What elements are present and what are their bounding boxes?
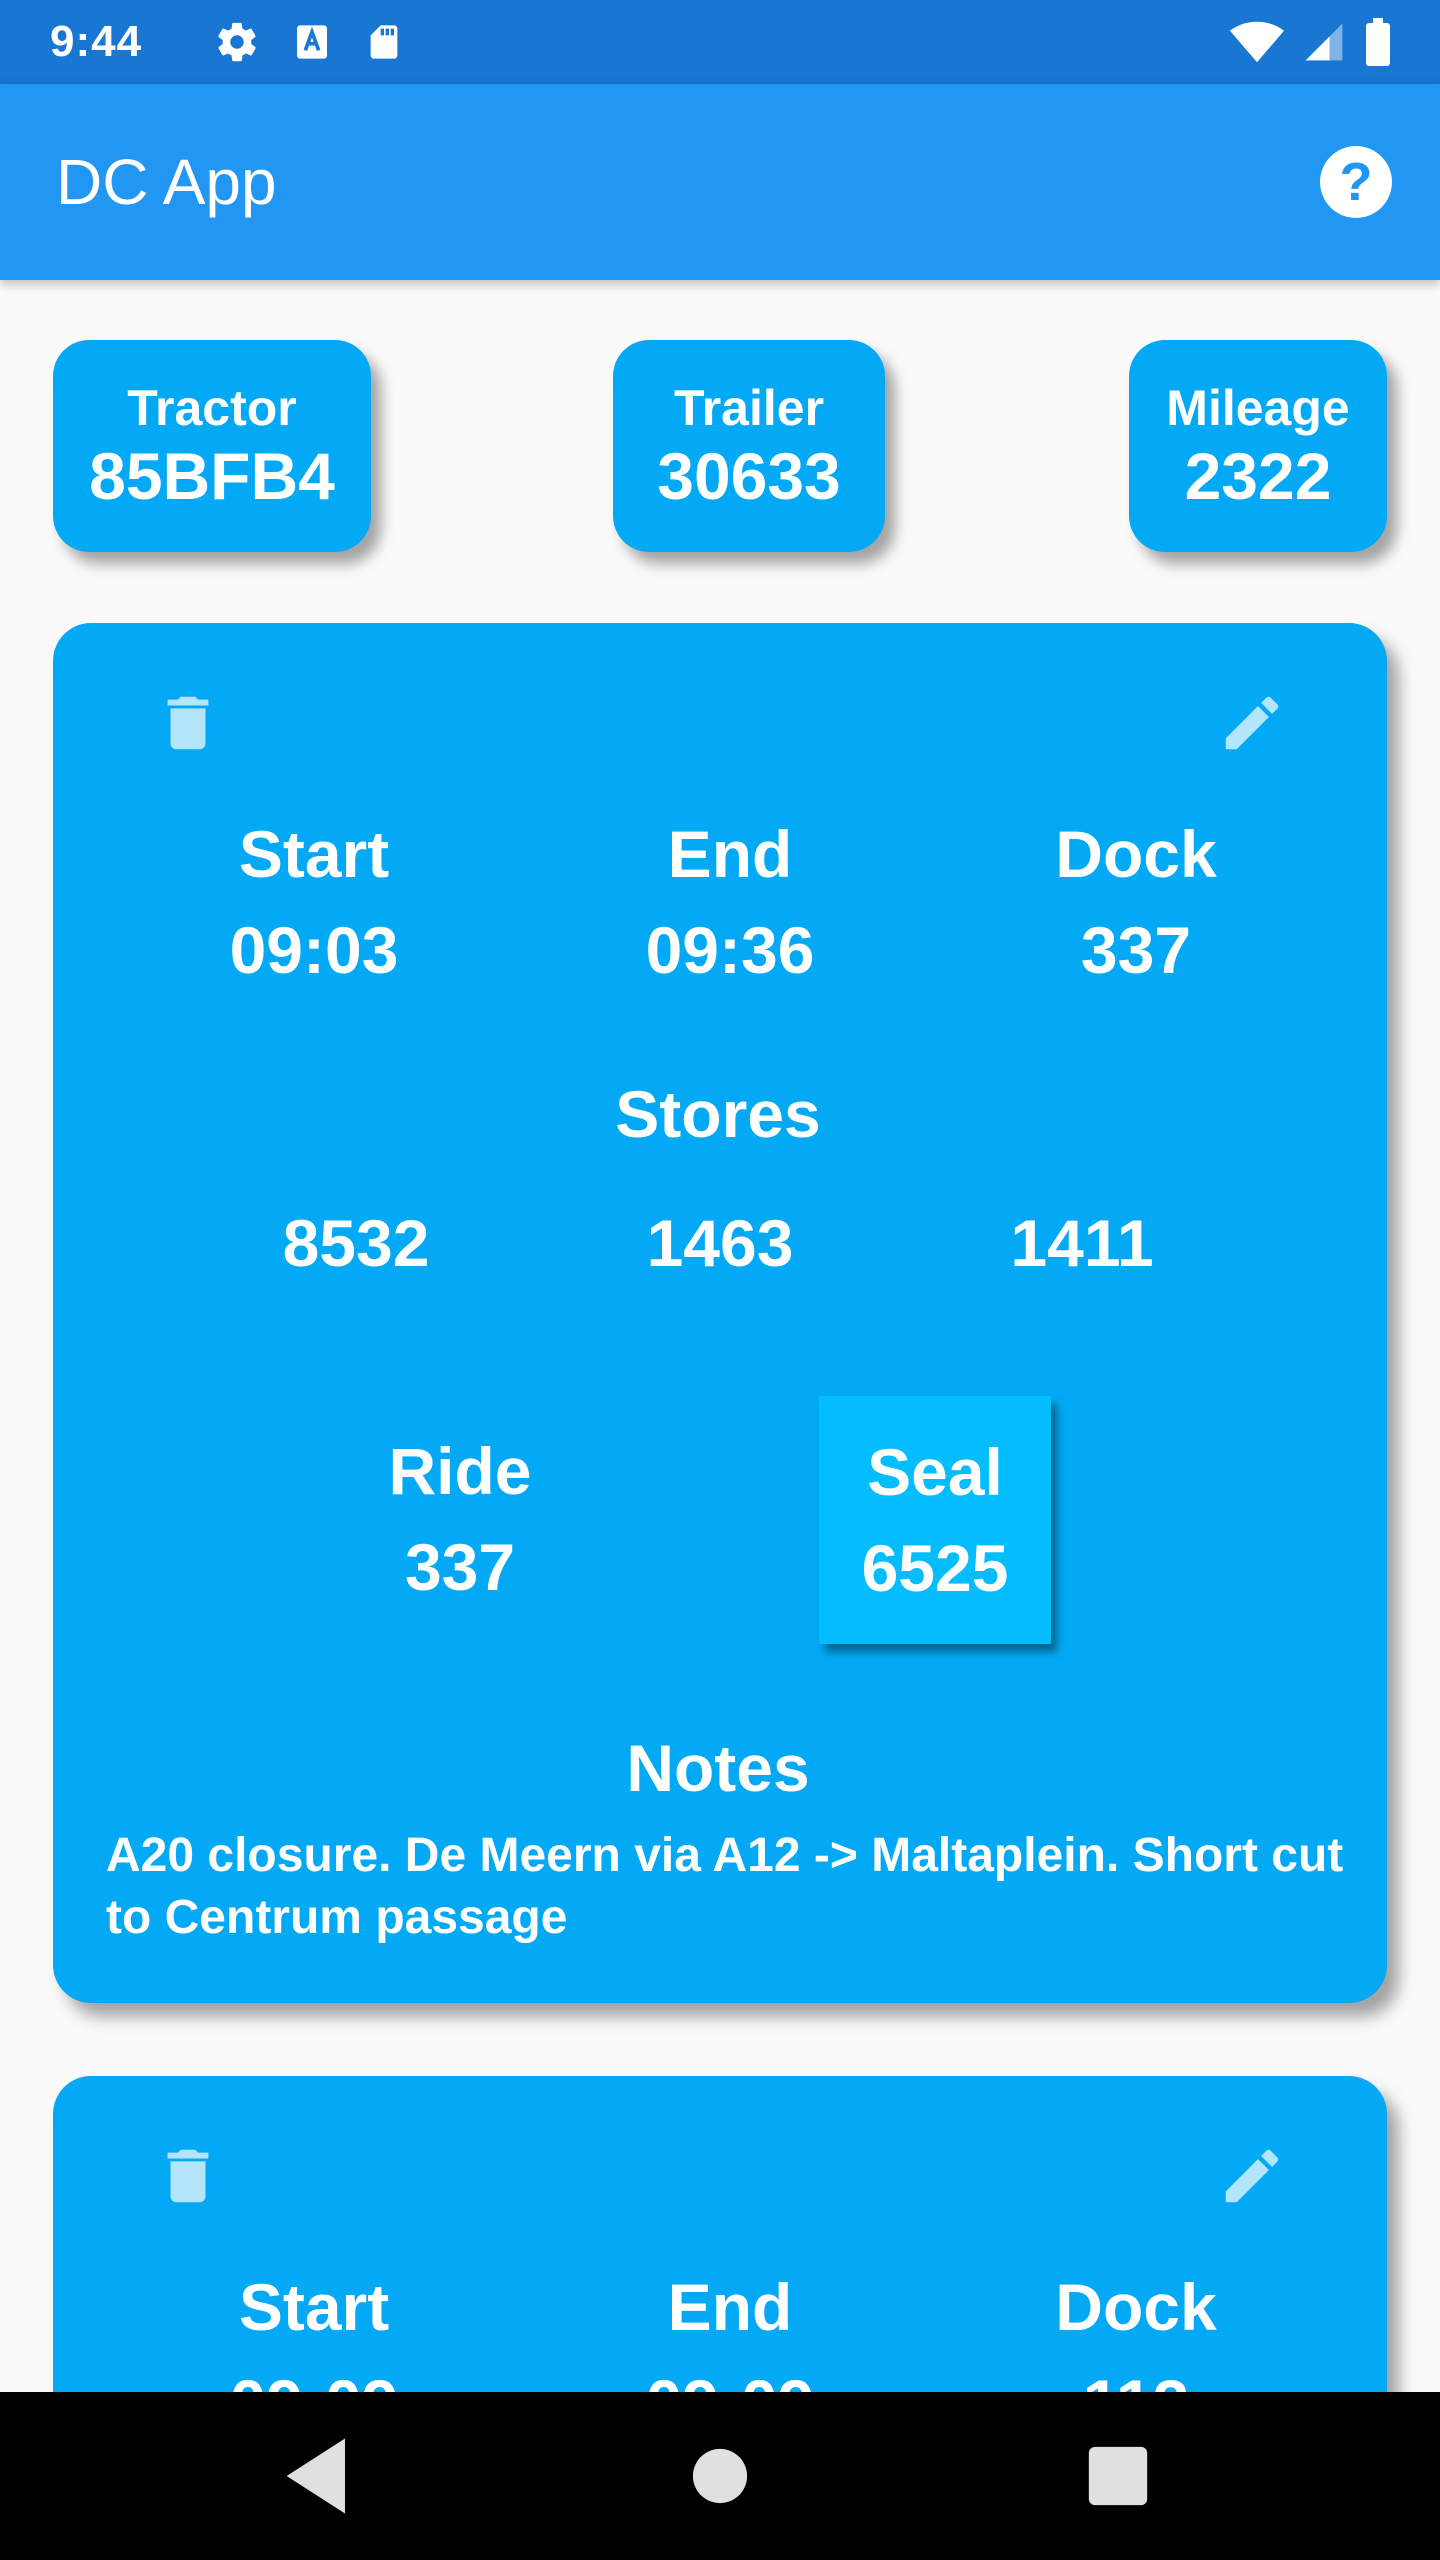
status-time: 9:44	[50, 17, 143, 66]
battery-icon	[1366, 18, 1390, 66]
text-a-icon	[297, 25, 328, 59]
edit-icon[interactable]	[1217, 688, 1287, 758]
store-value: 1463	[646, 1206, 794, 1280]
trailer-tile[interactable]: Trailer 30633	[613, 340, 885, 552]
ride-label: Ride	[388, 1434, 532, 1508]
dock-value: 337	[1080, 913, 1192, 987]
stores-label: Stores	[615, 1077, 821, 1151]
end-field: End 09:36	[646, 806, 815, 998]
start-field: Start 09:03	[230, 806, 399, 998]
delete-icon[interactable]	[153, 2141, 223, 2211]
settings-icon	[218, 22, 256, 62]
start-label: Start	[238, 2270, 390, 2344]
end-label: End	[667, 2270, 793, 2344]
cellular-signal-icon	[1305, 23, 1343, 61]
edit-icon[interactable]	[1217, 2141, 1287, 2211]
home-icon[interactable]	[670, 2426, 770, 2526]
ride-field: Ride 337	[388, 1423, 531, 1615]
back-icon[interactable]	[270, 2426, 370, 2526]
status-right	[1230, 0, 1392, 84]
seal-label: Seal	[867, 1435, 1003, 1509]
seal-value: 6525	[861, 1531, 1009, 1605]
mileage-tile[interactable]: Mileage 2322	[1129, 340, 1387, 552]
end-value: 09:36	[645, 913, 815, 987]
status-left: 9:44	[50, 17, 404, 67]
tractor-label: Tractor	[127, 380, 297, 436]
app-bar: DC App ?	[0, 84, 1440, 280]
mileage-value: 2322	[1184, 439, 1332, 513]
tractor-value: 85BFB4	[89, 439, 335, 513]
delete-icon[interactable]	[153, 688, 223, 758]
dock-label: Dock	[1055, 817, 1217, 891]
wifi-icon	[1230, 21, 1284, 63]
navigation-bar	[0, 2392, 1440, 2560]
sd-card-icon	[370, 25, 398, 59]
help-circle-icon: ?	[1339, 152, 1373, 212]
dock-field: Dock 337	[1055, 806, 1216, 998]
status-bar: 9:44	[0, 0, 1440, 84]
mileage-label: Mileage	[1166, 380, 1350, 436]
trailer-value: 30633	[657, 439, 841, 513]
dock-label: Dock	[1055, 2270, 1217, 2344]
app-title: DC App	[56, 146, 277, 218]
trip-card: Start 09:03 End 09:36 Dock 337 Stores 85…	[53, 623, 1387, 2003]
seal-field[interactable]: Seal 6525	[819, 1396, 1051, 1644]
tractor-tile[interactable]: Tractor 85BFB4	[53, 340, 371, 552]
end-label: End	[667, 817, 793, 891]
notes-label: Notes	[626, 1731, 810, 1805]
store-value: 8532	[282, 1206, 430, 1280]
notes-text: A20 closure. De Meern via A12 -> Maltapl…	[106, 1829, 1344, 1944]
start-value: 09:03	[229, 913, 399, 987]
trailer-label: Trailer	[673, 380, 825, 436]
ride-value: 337	[404, 1530, 516, 1604]
help-button[interactable]: ?	[1320, 146, 1392, 218]
recents-icon[interactable]	[1068, 2426, 1168, 2526]
start-label: Start	[238, 817, 390, 891]
store-value: 1411	[1010, 1206, 1154, 1280]
